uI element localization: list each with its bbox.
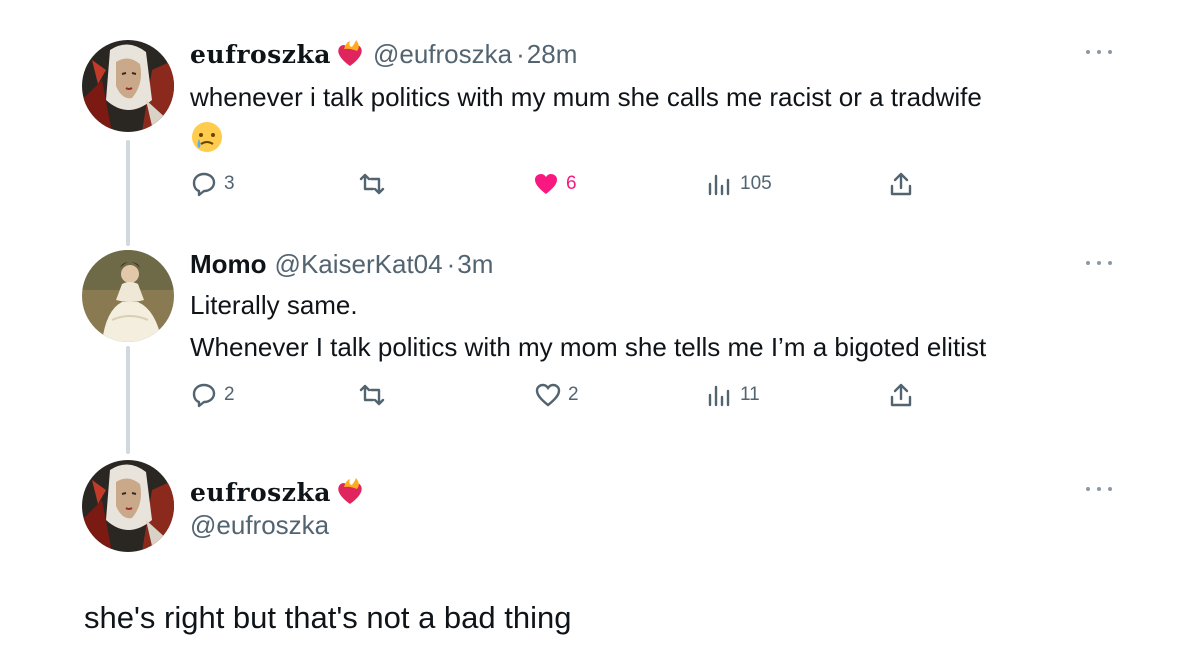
avatar[interactable] xyxy=(82,250,174,342)
reply-count: 3 xyxy=(224,173,235,194)
like-button[interactable]: 2 xyxy=(534,380,579,410)
more-options-icon[interactable] xyxy=(1086,50,1112,58)
view-count: 105 xyxy=(740,173,772,194)
share-button[interactable] xyxy=(887,169,921,199)
views-icon xyxy=(708,385,730,407)
tweet-actions: 3 6 105 xyxy=(190,169,920,199)
display-name[interactable]: eufroszka xyxy=(190,478,331,507)
thread-line xyxy=(126,140,130,246)
avatar-empress-portrait xyxy=(82,250,174,342)
reply-button[interactable]: 3 xyxy=(190,169,235,199)
reply-count: 2 xyxy=(224,384,235,405)
heart-filled-icon xyxy=(535,174,557,194)
tweet-actions: 2 2 11 xyxy=(190,380,920,410)
share-icon xyxy=(890,383,912,407)
views-button[interactable]: 105 xyxy=(706,169,772,199)
tweet-text: whenever i talk politics with my mum she… xyxy=(190,82,982,112)
display-name[interactable]: eufroszka xyxy=(190,40,331,69)
handle[interactable]: @eufroszka xyxy=(190,510,329,541)
share-icon xyxy=(890,172,912,196)
more-options-icon[interactable] xyxy=(1086,487,1112,495)
timestamp[interactable]: 28m xyxy=(527,39,578,70)
reply-button[interactable]: 2 xyxy=(190,380,235,410)
tweet-header: Momo @KaiserKat04 · 3m xyxy=(190,247,493,281)
tweet-text-line: Literally same. xyxy=(190,290,358,320)
repost-icon xyxy=(359,384,385,406)
thread-line xyxy=(126,346,130,454)
share-button[interactable] xyxy=(887,380,921,410)
avatar[interactable] xyxy=(82,460,174,552)
heart-outline-icon xyxy=(535,383,561,407)
repost-icon xyxy=(359,173,385,195)
tweet-text-line: Whenever I talk politics with my mom she… xyxy=(190,332,987,362)
heart-on-fire-icon xyxy=(338,478,362,504)
handle[interactable]: @eufroszka xyxy=(373,39,512,70)
avatar[interactable] xyxy=(82,40,174,132)
heart-on-fire-icon xyxy=(338,40,362,66)
separator-dot: · xyxy=(446,248,456,279)
views-icon xyxy=(708,174,730,196)
like-count: 2 xyxy=(568,384,579,405)
post-text: she's right but that's not a bad thing xyxy=(84,600,572,635)
view-count: 11 xyxy=(740,384,760,405)
more-options-icon[interactable] xyxy=(1086,261,1112,269)
reply-icon xyxy=(192,383,216,408)
handle[interactable]: @KaiserKat04 xyxy=(275,249,443,280)
separator-dot: · xyxy=(516,38,525,69)
repost-button[interactable] xyxy=(358,380,392,410)
reply-icon xyxy=(192,172,216,197)
avatar-art-deco-portrait xyxy=(82,460,174,552)
timestamp[interactable]: 3m xyxy=(457,249,493,280)
tweet-header: eufroszka @eufroszka · 28m xyxy=(190,37,577,71)
post-header: eufroszka xyxy=(190,475,365,509)
repost-button[interactable] xyxy=(358,169,392,199)
crying-face-icon xyxy=(192,122,222,152)
avatar-art-deco-portrait xyxy=(82,40,174,132)
like-button[interactable]: 6 xyxy=(532,169,577,199)
like-count: 6 xyxy=(566,173,577,194)
display-name[interactable]: Momo xyxy=(190,249,267,280)
views-button[interactable]: 11 xyxy=(706,380,760,410)
